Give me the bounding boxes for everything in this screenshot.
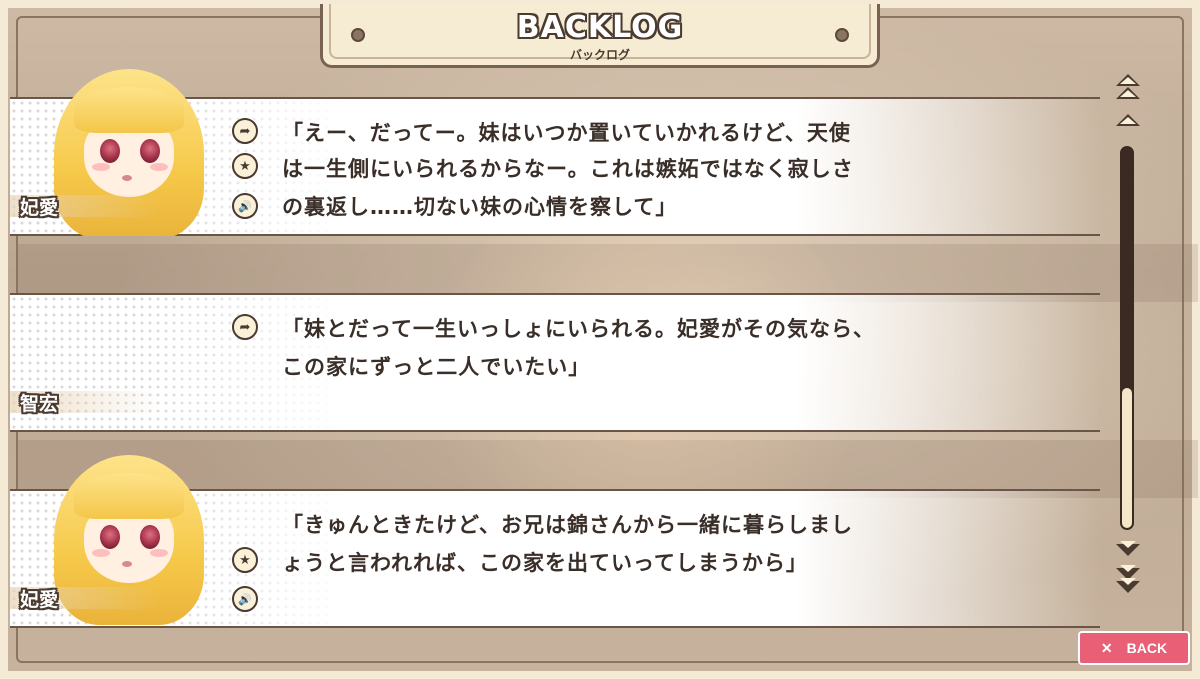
dialogue-line: 「妹とだって一生いっしょにいられる。妃愛がその気なら、 — [282, 317, 875, 341]
log-entry: 智宏 ➦ 「妹とだって一生いっしょにいられる。妃愛がその気なら、 この家にずっと… — [10, 293, 1100, 432]
dialogue-line: は一生側にいられるからなー。これは嫉妬ではなく寂しさ — [282, 157, 854, 181]
dialogue-line: 「きゅんときたけど、お兄は錦さんから一緒に暮らしまし — [282, 513, 853, 537]
voice-icon[interactable]: 🔊 — [232, 193, 258, 219]
dialogue-line: ょうと言われれば、この家を出ていってしまうから」 — [282, 551, 808, 575]
jump-icon[interactable]: ➦ — [232, 314, 258, 340]
speaker-name: 妃愛 — [20, 197, 59, 219]
dialogue-line: の裏返し……切ない妹の心情を察して」 — [282, 195, 678, 219]
back-label: BACK — [1126, 640, 1168, 656]
log-entry: 妃愛 ➦ ★ 🔊 「えー、だってー。妹はいつか置いていかれるけど、天使 は一生側… — [10, 69, 1100, 236]
favorite-icon[interactable]: ★ — [232, 153, 258, 179]
speaker-name: 智宏 — [20, 393, 59, 415]
back-button[interactable]: ✕ BACK — [1078, 631, 1190, 665]
favorite-icon[interactable]: ★ — [232, 547, 258, 573]
scroll-bottom-button[interactable] — [1114, 564, 1142, 593]
backlog-subtitle: バックログ — [569, 48, 630, 62]
title-plate: BACKLOG バックログ — [320, 4, 880, 68]
speaker-name: 妃愛 — [20, 589, 59, 611]
scroll-top-button[interactable] — [1114, 73, 1142, 99]
jump-icon[interactable]: ➦ — [232, 118, 258, 144]
chevron-up-icon — [1116, 114, 1140, 126]
scroll-down-button[interactable] — [1114, 538, 1142, 562]
dialogue-line: 「えー、だってー。妹はいつか置いていかれるけど、天使 — [282, 121, 851, 145]
close-icon: ✕ — [1100, 639, 1113, 656]
scroll-up-button[interactable] — [1114, 108, 1142, 132]
voice-icon[interactable]: 🔊 — [232, 586, 258, 612]
backlog-title: BACKLOG — [516, 10, 684, 45]
scrollbar-thumb[interactable] — [1122, 388, 1132, 528]
log-entry: 妃愛 ★ 🔊 「きゅんときたけど、お兄は錦さんから一緒に暮らしまし ょうと言われ… — [10, 455, 1100, 628]
double-chevron-up-icon — [1116, 73, 1140, 86]
chevron-down-icon — [1116, 541, 1140, 556]
dialogue-line: この家にずっと二人でいたい」 — [282, 355, 591, 379]
